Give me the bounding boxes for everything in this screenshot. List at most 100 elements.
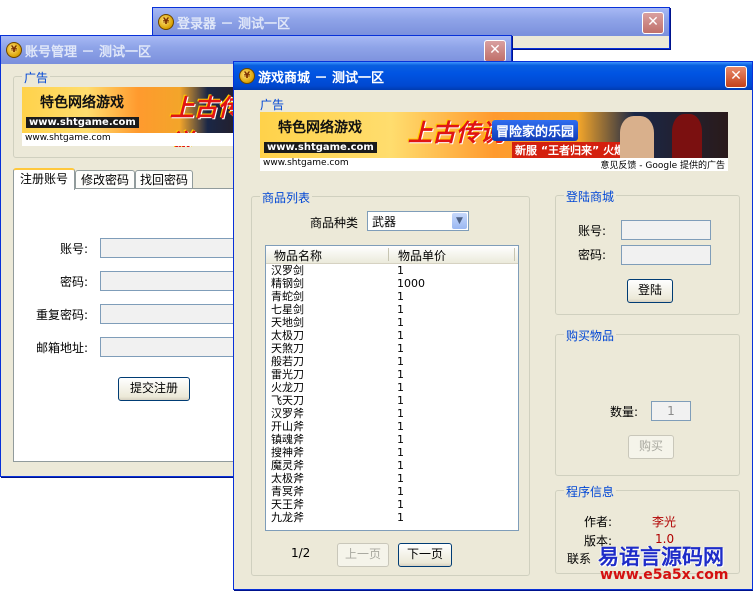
next-page-button[interactable]: 下一页: [398, 543, 452, 567]
table-row[interactable]: 七星剑 1: [266, 303, 518, 316]
item-name: 天地剑: [271, 316, 304, 329]
table-row[interactable]: 飞天刀 1: [266, 394, 518, 407]
shop-account-label: 账号:: [578, 224, 607, 238]
login-legend: 登陆商城: [564, 188, 617, 205]
item-name: 九龙斧: [271, 511, 304, 524]
shop-close-button[interactable]: ✕: [725, 66, 747, 88]
table-row[interactable]: 青蛇剑 1: [266, 290, 518, 303]
account-close-button[interactable]: ✕: [484, 40, 506, 62]
tab-change-password[interactable]: 修改密码: [75, 170, 135, 189]
register-account-input[interactable]: [100, 238, 252, 258]
item-price: 1: [397, 472, 404, 485]
table-row[interactable]: 般若刀 1: [266, 355, 518, 368]
item-price: 1: [397, 459, 404, 472]
shop-titlebar[interactable]: ¥ 游戏商城 － 测试一区 ✕: [234, 62, 752, 90]
app-icon: ¥: [158, 14, 174, 30]
shop-account-input[interactable]: [621, 220, 711, 240]
table-row[interactable]: 开山斧 1: [266, 420, 518, 433]
register-email-input[interactable]: [100, 337, 252, 357]
table-row[interactable]: 火龙刀 1: [266, 381, 518, 394]
info-legend: 程序信息: [564, 483, 617, 500]
item-name: 汉罗斧: [271, 407, 304, 420]
item-price: 1: [397, 420, 404, 433]
account-titlebar[interactable]: ¥ 账号管理 － 测试一区 ✕: [1, 36, 511, 64]
table-row[interactable]: 天王斧 1: [266, 498, 518, 511]
col-item-name[interactable]: 物品名称: [274, 247, 322, 264]
table-row[interactable]: 青冥斧 1: [266, 485, 518, 498]
table-row[interactable]: 搜神斧 1: [266, 446, 518, 459]
quantity-input[interactable]: 1: [651, 401, 691, 421]
ad-logo: 上古传说: [408, 119, 504, 147]
ad-url-small: www.shtgame.com: [263, 158, 349, 168]
app-icon: ¥: [239, 68, 255, 84]
item-name: 开山斧: [271, 420, 304, 433]
item-price: 1: [397, 329, 404, 342]
category-select[interactable]: 武器 ▼: [367, 211, 469, 231]
category-value: 武器: [372, 215, 397, 229]
item-price: 1: [397, 381, 404, 394]
goods-table-header: 物品名称 物品单价: [266, 246, 518, 264]
goods-table[interactable]: 物品名称 物品单价 汉罗剑 1 精钢剑 1000 青蛇剑 1 七星剑 1 天地剑 1 太极刀 1 天煞刀…: [265, 245, 519, 531]
ad-slogan: 特色网络游戏: [278, 120, 362, 136]
shop-title: 游戏商城 － 测试一区: [258, 71, 385, 86]
register-repeat-password-input[interactable]: [100, 304, 252, 324]
login-titlebar[interactable]: ¥ 登录器 － 测试一区 ✕: [153, 8, 669, 36]
category-label: 商品种类: [310, 216, 359, 230]
table-row[interactable]: 魔灵斧 1: [266, 459, 518, 472]
item-price: 1: [397, 290, 404, 303]
table-row[interactable]: 雷光刀 1: [266, 368, 518, 381]
table-row[interactable]: 镇魂斧 1: [266, 433, 518, 446]
register-password-input[interactable]: [100, 271, 252, 291]
repeat-password-label: 重复密码:: [36, 308, 89, 322]
buy-button[interactable]: 购买: [628, 435, 674, 459]
app-icon: ¥: [6, 42, 22, 58]
ad-url: www.shtgame.com: [26, 117, 139, 128]
prev-page-button[interactable]: 上一页: [337, 543, 389, 567]
shop-login-button[interactable]: 登陆: [627, 279, 673, 303]
submit-register-button[interactable]: 提交注册: [118, 377, 190, 401]
tab-recover-password[interactable]: 找回密码: [135, 170, 193, 189]
login-close-button[interactable]: ✕: [642, 12, 664, 34]
item-name: 镇魂斧: [271, 433, 304, 446]
chevron-down-icon[interactable]: ▼: [452, 213, 467, 229]
item-price: 1: [397, 303, 404, 316]
table-row[interactable]: 太极斧 1: [266, 472, 518, 485]
item-price: 1: [397, 407, 404, 420]
author-label: 作者:: [584, 515, 613, 529]
shop-login-group: 登陆商城 账号: 密码: 登陆: [555, 188, 740, 315]
account-ad-banner[interactable]: 特色网络游戏 上古传说 www.shtgame.com www.shtgame.…: [22, 87, 254, 147]
ad-url: www.shtgame.com: [264, 142, 377, 153]
quantity-value: 1: [667, 404, 675, 418]
buy-legend: 购买物品: [564, 327, 617, 344]
table-row[interactable]: 天地剑 1: [266, 316, 518, 329]
item-name: 精钢剑: [271, 277, 304, 290]
item-name: 汉罗剑: [271, 264, 304, 277]
email-label: 邮箱地址:: [36, 341, 89, 355]
table-row[interactable]: 汉罗剑 1: [266, 264, 518, 277]
ad-legend: 广告: [22, 69, 51, 86]
account-ad-group: 广告 特色网络游戏 上古传说 www.shtgame.com www.shtga…: [13, 69, 255, 158]
author-value: 李光: [652, 515, 677, 529]
tab-register[interactable]: 注册账号: [13, 168, 75, 190]
item-price: 1: [397, 485, 404, 498]
shop-ad-banner[interactable]: 特色网络游戏 上古传说 www.shtgame.com 冒险家的乐园 新服 “王…: [260, 112, 728, 172]
goods-table-rows: 汉罗剑 1 精钢剑 1000 青蛇剑 1 七星剑 1 天地剑 1 太极刀 1 天煞刀 1 般若刀 1 雷光刀 1 火…: [266, 264, 518, 524]
item-price: 1: [397, 316, 404, 329]
account-tabs: 注册账号 修改密码 找回密码: [13, 168, 253, 190]
col-item-price[interactable]: 物品单价: [398, 247, 446, 264]
register-panel: 账号: 密码: 重复密码: 邮箱地址: 提交注册: [13, 188, 255, 462]
table-row[interactable]: 精钢剑 1000: [266, 277, 518, 290]
table-row[interactable]: 汉罗斧 1: [266, 407, 518, 420]
shop-password-input[interactable]: [621, 245, 711, 265]
ad-feedback[interactable]: 意见反馈 - Google 提供的广告: [600, 158, 725, 171]
shop-password-label: 密码:: [578, 248, 607, 262]
account-label: 账号:: [60, 242, 89, 256]
item-name: 搜神斧: [271, 446, 304, 459]
table-row[interactable]: 太极刀 1: [266, 329, 518, 342]
shop-window: ¥ 游戏商城 － 测试一区 ✕ 广告 特色网络游戏 上古传说 www.shtga…: [233, 61, 753, 590]
item-name: 般若刀: [271, 355, 304, 368]
ad-legend: 广告: [258, 96, 287, 113]
table-row[interactable]: 九龙斧 1: [266, 511, 518, 524]
account-title: 账号管理 － 测试一区: [25, 45, 152, 60]
table-row[interactable]: 天煞刀 1: [266, 342, 518, 355]
